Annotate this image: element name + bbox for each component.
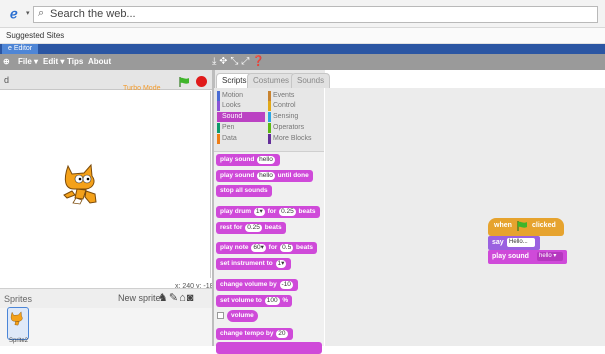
- globe-icon[interactable]: ⊕: [3, 57, 10, 66]
- browser-tab-bar: [0, 44, 605, 54]
- chevron-down-icon[interactable]: ▾: [26, 9, 30, 17]
- block-stop-all-sounds[interactable]: stop all sounds: [216, 185, 272, 197]
- category-label: Events: [273, 92, 295, 99]
- category-color-bar: [268, 123, 271, 133]
- cursor-tools-icons[interactable]: ⤓✥⤡⤢❓: [212, 56, 268, 67]
- sprite-thumbnail-cat: [10, 311, 23, 326]
- category-label: Sensing: [273, 113, 299, 120]
- browser-tab[interactable]: e Editor: [2, 44, 39, 54]
- tab-sounds[interactable]: Sounds: [291, 73, 331, 88]
- category-color-bar: [217, 112, 220, 122]
- category-color-bar: [268, 112, 271, 122]
- category-data[interactable]: Data: [217, 134, 265, 144]
- favorites-bar: [0, 28, 605, 44]
- ie-logo-icon[interactable]: ℯ: [10, 7, 26, 21]
- category-sensing[interactable]: Sensing: [268, 112, 316, 122]
- block-change-volume[interactable]: change volume by -10: [216, 279, 298, 291]
- category-operators[interactable]: Operators: [268, 123, 316, 133]
- clicked-label: clicked: [532, 222, 556, 229]
- when-label: when: [494, 222, 512, 229]
- category-looks[interactable]: Looks: [217, 101, 265, 111]
- category-color-bar: [217, 91, 220, 101]
- menu-about[interactable]: About: [88, 57, 111, 66]
- block-play-note[interactable]: play note 60▾ for 0.5 beats: [216, 242, 317, 254]
- volume-checkbox[interactable]: [217, 312, 224, 319]
- sound-dropdown[interactable]: hello ▾: [537, 252, 563, 261]
- block-rest-for[interactable]: rest for 0.25 beats: [216, 222, 286, 234]
- category-label: Motion: [222, 92, 244, 99]
- category-sound[interactable]: Sound: [217, 112, 265, 122]
- category-label: Data: [222, 135, 237, 142]
- sprite-name: Sprite2: [9, 338, 29, 344]
- block-play-sound[interactable]: play sound hello: [216, 154, 280, 166]
- category-label: Pen: [222, 124, 235, 131]
- say-input[interactable]: Hello...: [507, 238, 535, 247]
- category-color-bar: [217, 123, 220, 133]
- tab-costumes[interactable]: Costumes: [247, 73, 296, 88]
- block-play-drum[interactable]: play drum 1▾ for 0.25 beats: [216, 206, 320, 218]
- category-color-bar: [268, 91, 271, 101]
- category-label: Control: [273, 102, 296, 109]
- category-events[interactable]: Events: [268, 91, 316, 101]
- menu-file[interactable]: File ▾: [18, 57, 38, 66]
- category-label: Looks: [222, 102, 241, 109]
- suggested-sites-link[interactable]: Suggested Sites: [6, 31, 64, 40]
- category-color-bar: [268, 134, 271, 144]
- category-pen[interactable]: Pen: [217, 123, 265, 133]
- new-sprite-tools-icons[interactable]: ♞✎⌂◙: [158, 291, 194, 304]
- category-more-blocks[interactable]: More Blocks: [268, 134, 316, 144]
- scripts-area[interactable]: [325, 88, 605, 346]
- green-flag-icon: [517, 221, 527, 231]
- category-color-bar: [217, 101, 220, 111]
- scratch-cat-sprite[interactable]: [60, 158, 106, 206]
- block-set-instrument[interactable]: set instrument to 1▾: [216, 258, 292, 270]
- category-control[interactable]: Control: [268, 101, 316, 111]
- menu-tips[interactable]: Tips: [67, 57, 83, 66]
- project-title: d: [4, 75, 10, 85]
- say-label: say: [492, 239, 504, 246]
- category-color-bar: [268, 101, 271, 111]
- block-play-sound-until-done[interactable]: play sound hello until done: [216, 170, 313, 182]
- block-change-tempo[interactable]: change tempo by 20: [216, 328, 293, 340]
- category-label: More Blocks: [273, 135, 312, 142]
- category-motion[interactable]: Motion: [217, 91, 265, 101]
- play-sound-label: play sound: [492, 253, 529, 260]
- search-placeholder: Search the web...: [50, 8, 136, 20]
- sprites-label: Sprites: [4, 294, 33, 304]
- category-color-bar: [217, 134, 220, 144]
- block-set-volume[interactable]: set volume to 100 %: [216, 295, 293, 307]
- menu-edit[interactable]: Edit ▾: [43, 57, 64, 66]
- block-partial[interactable]: [216, 342, 322, 354]
- category-label: Operators: [273, 124, 305, 131]
- new-sprite-label: New sprite:: [118, 293, 164, 303]
- search-icon: ⌕: [38, 7, 45, 19]
- category-label: Sound: [222, 113, 243, 120]
- block-volume-reporter[interactable]: volume: [227, 310, 258, 322]
- green-flag-icon[interactable]: [178, 76, 190, 88]
- stop-button[interactable]: [196, 76, 207, 87]
- sprite-list: [0, 308, 213, 346]
